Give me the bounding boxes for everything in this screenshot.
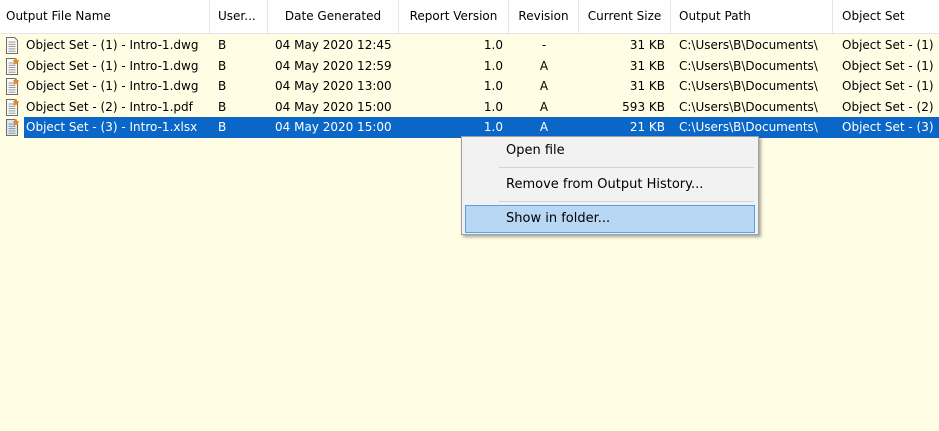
object-set-cell: Object Set - (1) [842,38,934,52]
document-icon [6,37,18,54]
output-path-cell: C:\Users\B\Documents\ [679,58,818,73]
document-new-icon [6,98,19,116]
column-header-output-file-name[interactable]: Output File Name [0,0,210,33]
column-header-current-size[interactable]: Current Size [579,0,671,33]
size-cell: 31 KB [629,58,665,73]
size-cell: 593 KB [622,99,665,114]
report-version-cell: 1.0 [483,99,503,114]
column-header-user[interactable]: User... [210,0,268,33]
menu-separator [499,167,754,168]
table-row[interactable]: Object Set - (1) - Intro-1.dwg B 04 May 20… [0,56,939,77]
table-row[interactable]: Object Set - (1) - Intro-1.dwg B 04 May 20… [0,35,939,56]
revision-cell: A [539,120,549,134]
object-set-cell: Object Set - (3) [842,120,934,134]
size-cell: 31 KB [629,79,665,93]
menu-item-show-in-folder[interactable]: Show in folder... [465,205,755,233]
file-name-cell: Object Set - (1) - Intro-1.dwg [26,58,199,73]
user-cell: B [218,58,227,73]
table-row[interactable]: Object Set - (2) - Intro-1.pdf B 04 May 20… [0,97,939,118]
date-cell: 04 May 2020 15:00 [275,120,392,134]
output-path-cell: C:\Users\B\Documents\ [679,120,818,134]
date-cell: 04 May 2020 15:00 [275,99,392,114]
output-path-cell: C:\Users\B\Documents\ [679,99,818,114]
user-cell: B [218,38,227,52]
revision-cell: - [541,38,547,52]
revision-cell: A [539,99,549,114]
object-set-cell: Object Set - (1) [842,58,934,73]
date-cell: 04 May 2020 13:00 [275,79,392,93]
file-name-cell: Object Set - (2) - Intro-1.pdf [26,99,193,114]
file-name-cell: Object Set - (3) - Intro-1.xlsx [26,120,198,134]
table-row[interactable]: Object Set - (1) - Intro-1.dwg B 04 May 20… [0,76,939,97]
size-cell: 21 KB [629,120,665,134]
object-set-cell: Object Set - (1) [842,79,934,93]
column-header-bar: Output File Name User... Date Generated … [0,0,939,34]
report-version-cell: 1.0 [483,38,503,52]
revision-cell: A [539,79,549,93]
column-header-output-path[interactable]: Output Path [671,0,833,33]
user-cell: B [218,120,227,134]
document-new-icon [6,57,19,75]
date-cell: 04 May 2020 12:45 [275,38,392,52]
output-path-cell: C:\Users\B\Documents\ [679,38,818,52]
size-cell: 31 KB [629,38,665,52]
user-cell: B [218,99,227,114]
document-new-icon [6,78,19,95]
column-header-date-generated[interactable]: Date Generated [268,0,399,33]
report-version-cell: 1.0 [483,58,503,73]
file-name-cell: Object Set - (1) - Intro-1.dwg [26,79,199,93]
context-menu: Open file Remove from Output History... … [461,136,759,235]
menu-item-remove-from-output-history[interactable]: Remove from Output History... [465,171,755,199]
menu-separator [499,201,754,202]
table-row[interactable]: Object Set - (3) - Intro-1.xlsx B 04 May 2… [0,117,939,138]
column-header-revision[interactable]: Revision [509,0,579,33]
revision-cell: A [539,58,549,73]
object-set-cell: Object Set - (2) [842,99,934,114]
file-name-cell: Object Set - (1) - Intro-1.dwg [26,38,199,52]
column-header-object-set[interactable]: Object Set [833,0,939,33]
report-version-cell: 1.0 [483,120,503,134]
menu-item-open-file[interactable]: Open file [465,137,755,165]
document-new-icon [6,119,19,136]
column-header-report-version[interactable]: Report Version [399,0,509,33]
output-path-cell: C:\Users\B\Documents\ [679,79,818,93]
date-cell: 04 May 2020 12:59 [275,58,392,73]
user-cell: B [218,79,227,93]
report-version-cell: 1.0 [483,79,503,93]
